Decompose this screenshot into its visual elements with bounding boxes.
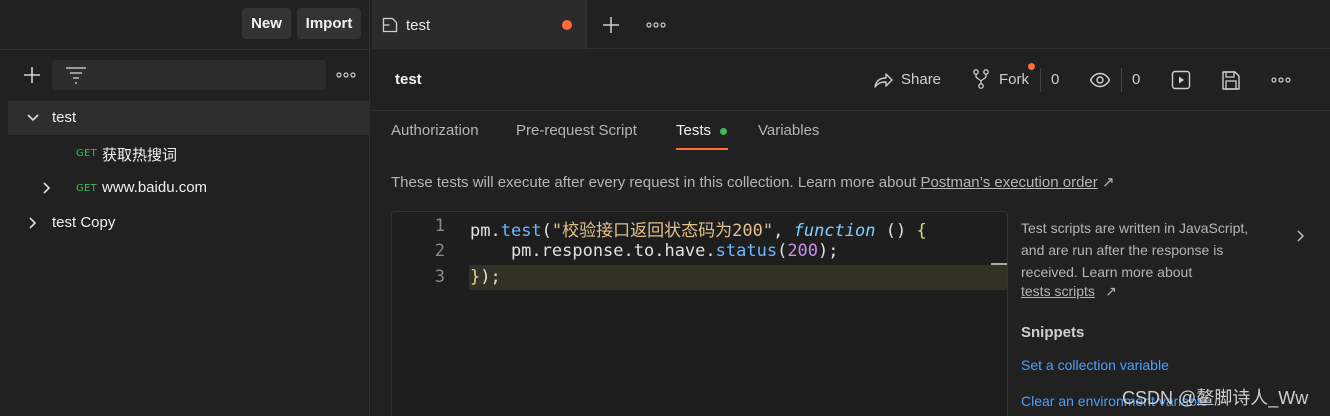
info-text: These tests will execute after every req… xyxy=(391,174,921,191)
code-line[interactable]: pm.test("校验接口返回状态码为200", function () { xyxy=(470,216,927,241)
new-button[interactable]: New xyxy=(242,8,291,39)
more-icon[interactable] xyxy=(1271,71,1291,89)
fork-count[interactable]: 0 xyxy=(1051,71,1059,88)
save-icon[interactable] xyxy=(1221,69,1241,91)
eye-icon[interactable] xyxy=(1089,69,1111,91)
share-button[interactable]: Share xyxy=(901,71,941,88)
header-separator xyxy=(1040,68,1041,92)
collection-title: test xyxy=(395,71,422,88)
current-line-highlight xyxy=(469,265,1007,290)
tab-tests[interactable]: Tests xyxy=(676,122,711,139)
header-separator xyxy=(1121,68,1122,92)
tests-scripts-link[interactable]: tests scripts xyxy=(1021,283,1095,299)
external-link-icon: ↗ xyxy=(1105,283,1117,299)
code-line[interactable]: }); xyxy=(470,267,501,287)
method-badge: GET xyxy=(76,183,98,194)
fork-notification-dot xyxy=(1028,63,1035,70)
tests-info-text: These tests will execute after every req… xyxy=(391,173,1115,191)
tree-item-label: www.baidu.com xyxy=(102,179,208,196)
external-link-icon: ↗ xyxy=(1101,174,1115,191)
chevron-right-icon[interactable] xyxy=(1294,228,1308,244)
new-tab-plus-icon[interactable] xyxy=(600,14,622,36)
sidebar-divider xyxy=(0,49,370,50)
line-number: 1 xyxy=(434,216,445,236)
tree-item-collection-test-copy[interactable]: test Copy xyxy=(8,206,370,240)
code-line[interactable]: pm.response.to.have.status(200); xyxy=(470,241,839,261)
filter-icon[interactable] xyxy=(64,64,88,86)
tabbar-divider xyxy=(587,48,1330,49)
unsaved-dot[interactable] xyxy=(562,20,572,30)
tree-item-label: test xyxy=(52,109,77,126)
scrollbar-marker[interactable] xyxy=(991,263,1007,265)
search-input[interactable] xyxy=(52,60,326,90)
tab-authorization[interactable]: Authorization xyxy=(391,122,479,139)
watch-count[interactable]: 0 xyxy=(1132,71,1140,88)
snippets-heading: Snippets xyxy=(1021,324,1085,341)
chevron-right-icon xyxy=(40,181,54,195)
method-badge: GET xyxy=(76,148,98,159)
help-text: Test scripts are written in JavaScript, … xyxy=(1021,220,1249,280)
tree-item-collection-test[interactable]: test xyxy=(8,101,370,135)
tree-item-label: 获取热搜词 xyxy=(102,147,178,164)
tests-status-dot xyxy=(720,128,727,135)
import-button[interactable]: Import xyxy=(297,8,361,39)
tree-item-request-hot-words[interactable]: GET 获取热搜词 xyxy=(8,136,370,170)
run-icon[interactable] xyxy=(1171,69,1191,91)
snippet-set-collection-variable[interactable]: Set a collection variable xyxy=(1021,357,1169,373)
tab-more-icon[interactable] xyxy=(646,16,666,34)
document-icon xyxy=(381,16,399,34)
fork-button[interactable]: Fork xyxy=(999,71,1029,88)
watermark: CSDN @鳌脚诗人_Ww xyxy=(1122,388,1309,408)
fork-icon[interactable] xyxy=(971,68,991,90)
line-number: 2 xyxy=(434,241,445,261)
tree-item-label: test Copy xyxy=(52,214,116,231)
tab-test[interactable] xyxy=(372,0,587,49)
tab-label: test xyxy=(406,17,431,34)
tab-variables[interactable]: Variables xyxy=(758,122,819,139)
line-number: 3 xyxy=(434,267,445,287)
more-icon[interactable] xyxy=(336,66,356,84)
execution-order-link[interactable]: Postman’s execution order xyxy=(920,174,1097,191)
share-icon[interactable] xyxy=(873,69,893,91)
active-tab-indicator xyxy=(676,148,728,150)
header-divider xyxy=(372,110,1330,111)
plus-icon[interactable] xyxy=(20,63,44,87)
tree-item-request-baidu[interactable]: GET www.baidu.com xyxy=(8,171,370,205)
chevron-down-icon xyxy=(26,111,40,125)
tab-pre-request-script[interactable]: Pre-request Script xyxy=(516,122,637,139)
chevron-right-icon xyxy=(26,216,40,230)
